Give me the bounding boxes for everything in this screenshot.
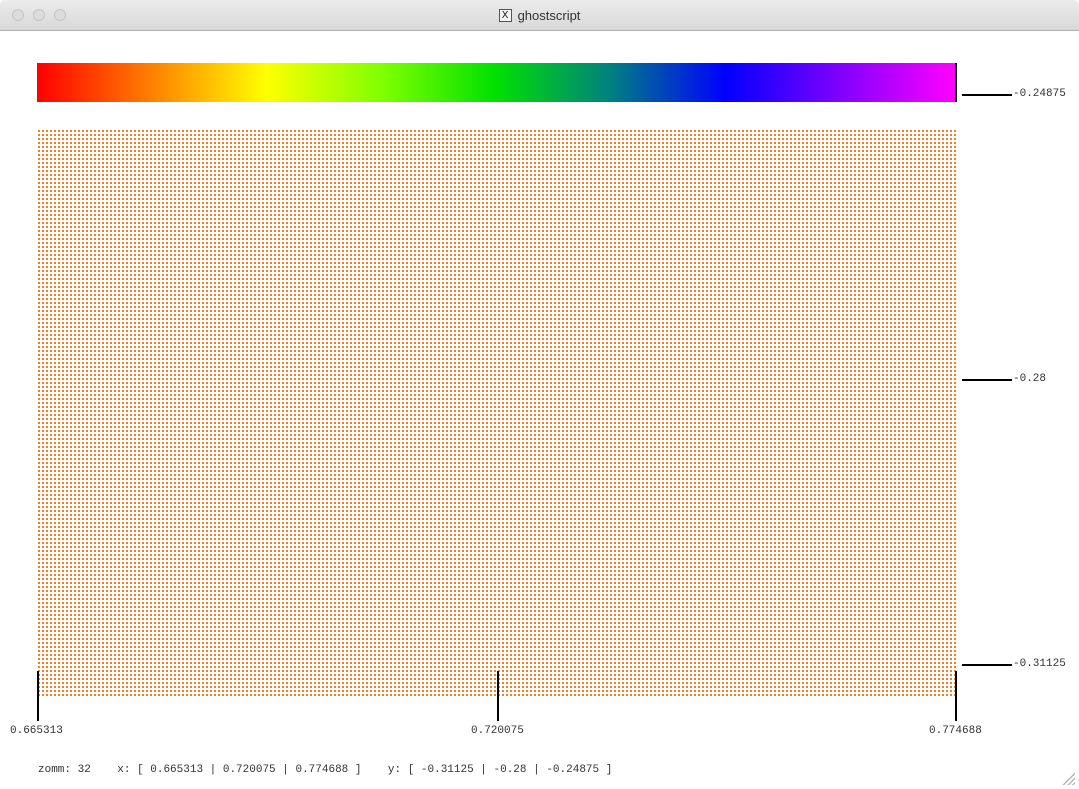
y-tick-bottom xyxy=(962,664,1012,666)
x-tick-label-right: 0.774688 xyxy=(929,725,982,737)
window-title-wrap: X ghostscript xyxy=(0,0,1079,31)
y-tick-label-middle: -0.28 xyxy=(1013,373,1047,385)
zoom-label: zomm: xyxy=(38,764,72,776)
fractal-dots xyxy=(38,130,956,696)
x-tick-label-middle: 0.720075 xyxy=(471,725,524,737)
fractal-plot[interactable] xyxy=(37,129,957,697)
x-tick-left xyxy=(37,671,39,721)
x11-icon: X xyxy=(498,9,512,22)
x-tick-label-left: 0.665313 xyxy=(10,725,63,737)
y-tick-label-bottom: -0.31125 xyxy=(1013,658,1066,670)
window-title: ghostscript xyxy=(517,8,581,23)
x-range-text: x: [ 0.665313 | 0.720075 | 0.774688 ] xyxy=(117,764,362,776)
x-tick-middle xyxy=(497,671,499,721)
app-window: X ghostscript -0.24875 -0.28 -0.31125 0.… xyxy=(0,0,1079,789)
y-range-text: y: [ -0.31125 | -0.28 | -0.24875 ] xyxy=(387,764,613,776)
y-tick-label-top: -0.24875 xyxy=(1013,88,1066,100)
x-tick-right xyxy=(955,671,957,721)
status-line: zomm: 32 x: [ 0.665313 | 0.720075 | 0.77… xyxy=(38,764,612,776)
zoom-value: 32 xyxy=(77,764,91,776)
color-gradient-bar xyxy=(37,63,957,102)
fractal-dot-layer-0 xyxy=(38,130,956,696)
y-tick-middle xyxy=(962,379,1012,381)
ghostscript-canvas[interactable]: -0.24875 -0.28 -0.31125 0.665313 0.72007… xyxy=(0,31,1079,789)
resize-grip-icon[interactable] xyxy=(1061,771,1075,785)
y-tick-top xyxy=(962,94,1012,96)
title-bar[interactable]: X ghostscript xyxy=(0,0,1079,31)
